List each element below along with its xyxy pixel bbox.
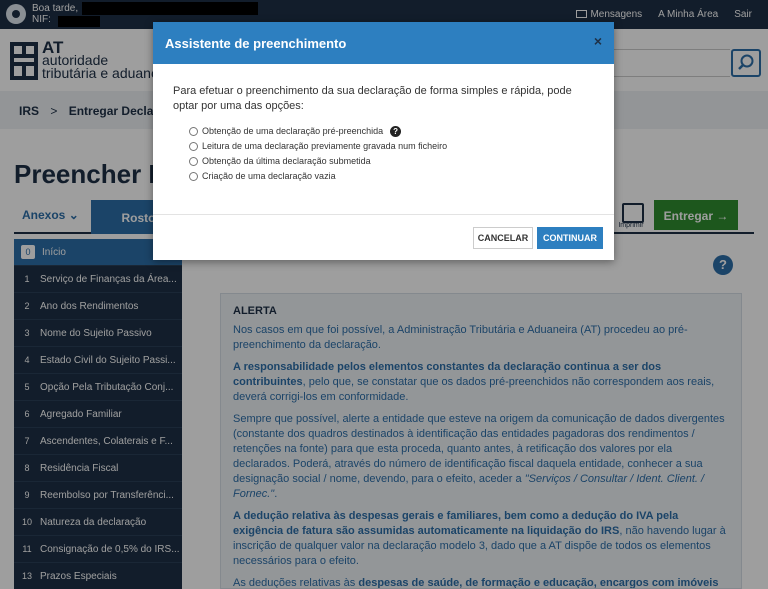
dialog-intro: Para efetuar o preenchimento da sua decl… (173, 85, 572, 112)
dialog-footer: CANCELAR CONTINUAR (153, 215, 614, 260)
option-last-submitted[interactable]: Obtenção da última declaração submetida (173, 154, 594, 169)
close-icon[interactable]: × (594, 33, 602, 49)
radio-button[interactable] (189, 172, 198, 181)
option-empty[interactable]: Criação de uma declaração vazia (173, 169, 594, 184)
radio-button[interactable] (189, 157, 198, 166)
wizard-dialog: Assistente de preenchimento × Para efetu… (153, 22, 614, 260)
dialog-header: Assistente de preenchimento × (153, 22, 614, 64)
radio-button[interactable] (189, 127, 198, 136)
dialog-title: Assistente de preenchimento (165, 36, 347, 51)
option-label: Obtenção da última declaração submetida (202, 156, 371, 166)
continue-button[interactable]: CONTINUAR (537, 227, 603, 249)
option-label: Obtenção de uma declaração pré-preenchid… (202, 126, 384, 136)
dialog-body: Para efetuar o preenchimento da sua decl… (153, 64, 614, 215)
option-label: Leitura de uma declaração previamente gr… (202, 141, 448, 151)
cancel-button[interactable]: CANCELAR (473, 227, 533, 249)
option-read-file[interactable]: Leitura de uma declaração previamente gr… (173, 139, 594, 154)
option-prefilled[interactable]: Obtenção de uma declaração pré-preenchid… (173, 124, 594, 139)
help-question-icon[interactable]: ? (390, 126, 402, 137)
radio-button[interactable] (189, 142, 198, 151)
option-label: Criação de uma declaração vazia (202, 171, 336, 181)
